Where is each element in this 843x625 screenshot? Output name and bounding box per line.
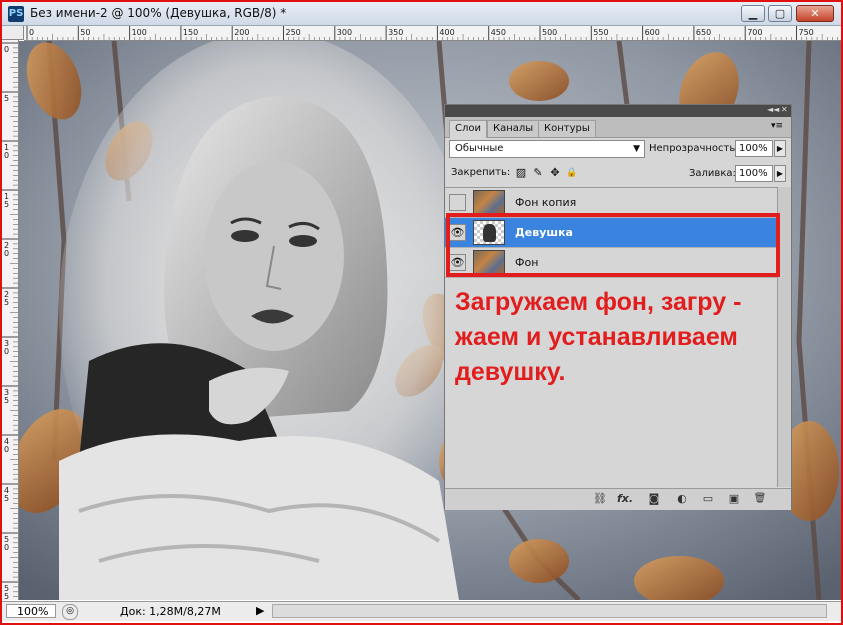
- fill-arrow-icon[interactable]: ▶: [774, 165, 786, 182]
- layer-name: Фон копия: [515, 196, 577, 209]
- lock-move-icon[interactable]: ✥: [549, 167, 561, 179]
- opacity-arrow-icon[interactable]: ▶: [774, 140, 786, 157]
- panel-titlebar[interactable]: ◄◄ ✕: [445, 105, 791, 117]
- lock-transparency-icon[interactable]: ▨: [515, 167, 527, 179]
- link-icon[interactable]: ⛓: [593, 492, 607, 506]
- tab-paths[interactable]: Контуры: [538, 120, 596, 137]
- ruler-label: 5: [4, 494, 9, 503]
- status-bar: 100% ◎ Док: 1,28M/8,27M ▶: [2, 601, 841, 621]
- ruler-label: 750: [799, 28, 814, 37]
- tab-layers[interactable]: Слои: [449, 120, 487, 138]
- new-layer-icon[interactable]: ▣: [727, 492, 741, 506]
- ruler-label: 300: [337, 28, 352, 37]
- ruler-label: 0: [29, 28, 34, 37]
- panel-tabs: Слои Каналы Контуры ▾≡: [445, 117, 791, 138]
- ruler-corner[interactable]: [2, 26, 24, 40]
- tutorial-annotation: Загружаем фон, загру - жаем и устанавлив…: [455, 288, 742, 386]
- zoom-preview-icon[interactable]: ◎: [62, 604, 78, 620]
- ruler-label: 700: [747, 28, 762, 37]
- opacity-label: Непрозрачность:: [649, 143, 739, 154]
- ruler-label: 550: [593, 28, 608, 37]
- ruler-label: 5: [4, 592, 9, 600]
- ruler-label: 0: [4, 151, 9, 160]
- trash-icon[interactable]: 🗑: [753, 492, 767, 506]
- ruler-label: 0: [4, 249, 9, 258]
- ruler-label: 5: [4, 396, 9, 405]
- ruler-label: 400: [439, 28, 454, 37]
- lock-all-icon[interactable]: 🔒: [566, 167, 578, 179]
- title-bar: PS Без имени-2 @ 100% (Девушка, RGB/8) *…: [2, 2, 841, 26]
- ruler-label: 0: [4, 445, 9, 454]
- fill-field[interactable]: 100%: [735, 165, 773, 182]
- maximize-button[interactable]: ▢: [768, 5, 792, 22]
- ruler-label: 150: [183, 28, 198, 37]
- ruler-label: 100: [132, 28, 147, 37]
- ruler-label: 50: [80, 28, 90, 37]
- fx-icon[interactable]: fx.: [617, 492, 633, 506]
- close-panel-icon[interactable]: ✕: [781, 105, 788, 114]
- ruler-label: 5: [4, 200, 9, 209]
- ruler-label: 500: [542, 28, 557, 37]
- ruler-label: 650: [696, 28, 711, 37]
- autumn-thumbnail-icon: [473, 190, 505, 215]
- blend-mode-select[interactable]: Обычные ▼: [449, 140, 645, 158]
- ruler-label: 450: [491, 28, 506, 37]
- ruler-label: 250: [286, 28, 301, 37]
- vertical-ruler[interactable]: 0510152025303540455055: [2, 40, 19, 600]
- fill-label: Заливка:: [689, 168, 736, 179]
- horizontal-scrollbar[interactable]: [272, 604, 827, 618]
- collapse-panel-icon[interactable]: ◄◄: [767, 105, 779, 114]
- visibility-toggle-empty[interactable]: [449, 194, 466, 211]
- window-title: Без имени-2 @ 100% (Девушка, RGB/8) *: [30, 6, 287, 20]
- status-menu-arrow-icon[interactable]: ▶: [256, 604, 264, 617]
- opacity-field[interactable]: 100%: [735, 140, 773, 157]
- highlight-frame: [446, 213, 780, 277]
- adjustment-icon[interactable]: ◐: [675, 492, 689, 506]
- minimize-button[interactable]: ▁: [741, 5, 765, 22]
- ruler-label: 0: [4, 347, 9, 356]
- chevron-down-icon: ▼: [633, 144, 640, 154]
- blend-opacity-row: Обычные ▼ Непрозрачность: 100% ▶: [445, 137, 791, 161]
- ruler-label: 0: [4, 543, 9, 552]
- lock-label: Закрепить:: [451, 167, 511, 178]
- ruler-label: 5: [4, 298, 9, 307]
- ruler-label: 350: [388, 28, 403, 37]
- photoshop-icon: PS: [8, 6, 24, 22]
- tab-channels[interactable]: Каналы: [487, 120, 540, 137]
- panel-bottom-toolbar: ⛓ fx. ◙ ◐ ▭ ▣ 🗑: [445, 488, 791, 510]
- ruler-label: 0: [4, 45, 9, 54]
- ruler-label: 600: [645, 28, 660, 37]
- mask-icon[interactable]: ◙: [647, 492, 661, 506]
- folder-icon[interactable]: ▭: [701, 492, 715, 506]
- close-button[interactable]: ✕: [796, 5, 834, 22]
- ruler-label: 200: [234, 28, 249, 37]
- zoom-field[interactable]: 100%: [6, 604, 56, 618]
- panel-menu-icon[interactable]: ▾≡: [771, 121, 783, 131]
- blend-mode-value: Обычные: [455, 143, 504, 154]
- document-size: Док: 1,28M/8,27M: [120, 605, 221, 618]
- lock-brush-icon[interactable]: ✎: [532, 167, 544, 179]
- ruler-label: 5: [4, 94, 9, 103]
- lock-fill-row: Закрепить: ▨ ✎ ✥ 🔒 Заливка: 100% ▶: [445, 162, 791, 186]
- horizontal-ruler[interactable]: 0 50 100 150 200 250 300 350 400 450 500 550 600 650 7…: [24, 26, 841, 41]
